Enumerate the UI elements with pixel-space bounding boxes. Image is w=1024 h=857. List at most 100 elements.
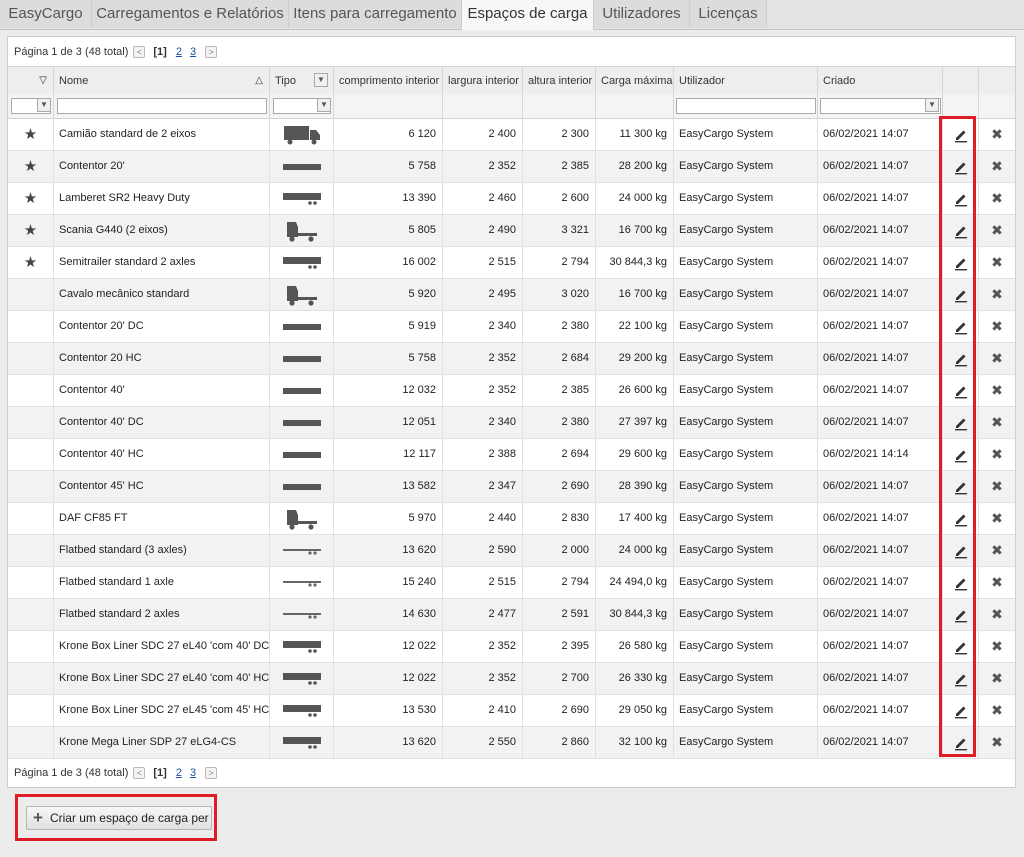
edit-button[interactable]: [943, 279, 979, 310]
edit-button[interactable]: [943, 503, 979, 534]
table-row[interactable]: Contentor 20' DC 5 919 2 340 2 380 22 100 kg…: [8, 311, 1015, 343]
delete-button[interactable]: ✖: [979, 631, 1015, 662]
column-header-name[interactable]: Nome △: [54, 67, 270, 95]
delete-button[interactable]: ✖: [979, 375, 1015, 406]
table-row[interactable]: Flatbed standard 2 axles 14 630 2 477 2 591…: [8, 599, 1015, 631]
column-sort-header[interactable]: ▽: [8, 67, 54, 95]
delete-button[interactable]: ✖: [979, 407, 1015, 438]
favorite-filter-dropdown-icon[interactable]: ▼: [37, 98, 51, 112]
cell-created: 06/02/2021 14:07: [818, 375, 943, 406]
column-header-created[interactable]: Criado: [818, 67, 943, 95]
delete-button[interactable]: ✖: [979, 279, 1015, 310]
pager-top: Página 1 de 3 (48 total) < [1] 2 3 >: [14, 43, 222, 61]
delete-button[interactable]: ✖: [979, 727, 1015, 758]
delete-button[interactable]: ✖: [979, 247, 1015, 278]
edit-button[interactable]: [943, 215, 979, 246]
column-header-length[interactable]: comprimento interior: [334, 67, 443, 95]
cell-type: [270, 695, 334, 726]
delete-button[interactable]: ✖: [979, 183, 1015, 214]
edit-button[interactable]: [943, 471, 979, 502]
edit-button[interactable]: [943, 631, 979, 662]
tab-carregamentos[interactable]: Carregamentos e Relatórios: [92, 0, 289, 28]
delete-button[interactable]: ✖: [979, 215, 1015, 246]
tab-espacos-de-carga[interactable]: Espaços de carga: [462, 0, 594, 30]
cell-type: [270, 343, 334, 374]
delete-button[interactable]: ✖: [979, 503, 1015, 534]
column-header-edit: [943, 67, 979, 95]
table-row[interactable]: ★ Scania G440 (2 eixos) 5 805 2 490 3 321 16 …: [8, 215, 1015, 247]
delete-button[interactable]: ✖: [979, 599, 1015, 630]
table-row[interactable]: DAF CF85 FT 5 970 2 440 2 830 17 400 kg EasyC…: [8, 503, 1015, 535]
edit-button[interactable]: [943, 695, 979, 726]
edit-button[interactable]: [943, 119, 979, 150]
table-row[interactable]: Contentor 40' 12 032 2 352 2 385 26 600 kg Ea…: [8, 375, 1015, 407]
created-filter-dropdown-icon[interactable]: ▼: [925, 98, 939, 112]
tab-itens[interactable]: Itens para carregamento: [289, 0, 462, 28]
table-row[interactable]: Contentor 40' DC 12 051 2 340 2 380 27 397 k…: [8, 407, 1015, 439]
delete-button[interactable]: ✖: [979, 151, 1015, 182]
delete-button[interactable]: ✖: [979, 343, 1015, 374]
table-row[interactable]: ★ Lamberet SR2 Heavy Duty 13 390 2 460 2 600…: [8, 183, 1015, 215]
tab-licencas[interactable]: Licenças: [690, 0, 767, 28]
edit-button[interactable]: [943, 439, 979, 470]
type-filter-dropdown-icon[interactable]: ▼: [317, 98, 331, 112]
cell-load: 29 600 kg: [596, 439, 674, 470]
table-row[interactable]: Contentor 20 HC 5 758 2 352 2 684 29 200 kg E…: [8, 343, 1015, 375]
edit-button[interactable]: [943, 663, 979, 694]
edit-button[interactable]: [943, 535, 979, 566]
delete-button[interactable]: ✖: [979, 439, 1015, 470]
table-row[interactable]: Flatbed standard (3 axles) 13 620 2 590 2 0…: [8, 535, 1015, 567]
column-header-type[interactable]: Tipo ▼: [270, 67, 334, 95]
user-filter-input[interactable]: [676, 98, 816, 114]
table-row[interactable]: Krone Box Liner SDC 27 eL45 'com 45' HC 1…: [8, 695, 1015, 727]
pager-page-3-link[interactable]: 3: [190, 46, 196, 58]
column-header-user[interactable]: Utilizador: [674, 67, 818, 95]
name-filter-input[interactable]: [57, 98, 267, 114]
table-row[interactable]: Krone Mega Liner SDP 27 eLG4-CS 13 620 2 5…: [8, 727, 1015, 759]
tab-easycargo[interactable]: EasyCargo: [0, 0, 92, 28]
edit-button[interactable]: [943, 247, 979, 278]
delete-button[interactable]: ✖: [979, 535, 1015, 566]
created-filter-select[interactable]: [820, 98, 941, 114]
edit-button[interactable]: [943, 343, 979, 374]
column-header-width[interactable]: largura interior: [443, 67, 523, 95]
edit-button[interactable]: [943, 727, 979, 758]
pager-page-2-link[interactable]: 2: [176, 767, 182, 779]
edit-button[interactable]: [943, 375, 979, 406]
pager-next-button[interactable]: >: [205, 46, 218, 58]
pager-next-button[interactable]: >: [205, 767, 218, 779]
table-row[interactable]: Contentor 45' HC 13 582 2 347 2 690 28 390 k…: [8, 471, 1015, 503]
type-header-dropdown-icon[interactable]: ▼: [314, 73, 328, 87]
delete-button[interactable]: ✖: [979, 311, 1015, 342]
edit-button[interactable]: [943, 151, 979, 182]
pager-page-3-link[interactable]: 3: [190, 767, 196, 779]
edit-button[interactable]: [943, 311, 979, 342]
edit-button[interactable]: [943, 183, 979, 214]
delete-button[interactable]: ✖: [979, 119, 1015, 150]
column-header-load[interactable]: Carga máxima: [596, 67, 674, 95]
delete-button[interactable]: ✖: [979, 663, 1015, 694]
table-row[interactable]: ★ Camião standard de 2 eixos 6 120 2 400 2 3…: [8, 119, 1015, 151]
close-icon: ✖: [991, 574, 1003, 590]
edit-button[interactable]: [943, 567, 979, 598]
table-row[interactable]: Contentor 40' HC 12 117 2 388 2 694 29 600 k…: [8, 439, 1015, 471]
edit-button[interactable]: [943, 407, 979, 438]
cell-height: 2 600: [523, 183, 596, 214]
pager-prev-button[interactable]: <: [133, 767, 146, 779]
table-row[interactable]: Krone Box Liner SDC 27 eL40 'com 40' HC 1…: [8, 663, 1015, 695]
pager-prev-button[interactable]: <: [133, 46, 146, 58]
table-row[interactable]: ★ Semitrailer standard 2 axles 16 002 2 515…: [8, 247, 1015, 279]
delete-button[interactable]: ✖: [979, 695, 1015, 726]
table-row[interactable]: ★ Contentor 20' 5 758 2 352 2 385 28 200 kg Ea…: [8, 151, 1015, 183]
delete-button[interactable]: ✖: [979, 567, 1015, 598]
cell-user: EasyCargo System: [674, 247, 818, 278]
edit-button[interactable]: [943, 599, 979, 630]
column-header-height[interactable]: altura interior: [523, 67, 596, 95]
tab-utilizadores[interactable]: Utilizadores: [594, 0, 690, 28]
delete-button[interactable]: ✖: [979, 471, 1015, 502]
pager-page-2-link[interactable]: 2: [176, 46, 182, 58]
table-row[interactable]: Flatbed standard 1 axle 15 240 2 515 2 794 2…: [8, 567, 1015, 599]
table-row[interactable]: Krone Box Liner SDC 27 eL40 'com 40' DC 1…: [8, 631, 1015, 663]
create-cargo-space-button[interactable]: + Criar um espaço de carga per: [26, 806, 212, 830]
table-row[interactable]: Cavalo mecânico standard 5 920 2 495 3 020 1…: [8, 279, 1015, 311]
